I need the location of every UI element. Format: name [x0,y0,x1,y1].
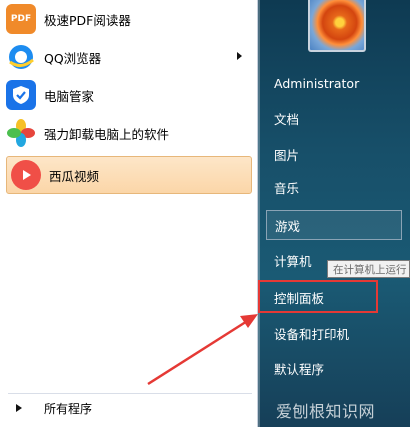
music-link[interactable]: 音乐 [266,173,402,201]
pdf-icon: PDF [6,4,36,34]
app-item-pdf-reader[interactable]: PDF 极速PDF阅读器 [6,2,252,36]
games-link[interactable]: 游戏 [266,210,402,240]
user-name-label: Administrator [274,75,360,91]
app-label: QQ浏览器 [44,50,102,66]
documents-label: 文档 [274,111,300,127]
app-item-pc-manager[interactable]: 电脑管家 [6,78,252,112]
all-programs-label: 所有程序 [44,401,93,416]
devices-printers-label: 设备和打印机 [274,326,350,342]
pictures-label: 图片 [274,147,300,163]
user-avatar[interactable] [308,0,366,52]
documents-link[interactable]: 文档 [266,104,402,132]
start-menu-programs-pane: PDF 极速PDF阅读器 QQ浏览器 电脑管家 强力卸载电脑上的软件 西瓜视频 … [0,0,258,427]
games-label: 游戏 [275,218,301,234]
app-label: 西瓜视频 [49,168,100,184]
browser-icon [6,42,36,72]
shield-icon [6,80,36,110]
watermark: 爱刨根知识网 [276,402,376,421]
annotation-highlight-box [258,280,378,313]
tooltip: 在计算机上运行 [327,260,410,278]
petal-icon [6,118,36,148]
computer-label: 计算机 [274,253,312,269]
submenu-arrow-icon [237,52,242,60]
music-label: 音乐 [274,180,300,196]
app-label: 极速PDF阅读器 [44,12,131,28]
pictures-link[interactable]: 图片 [266,140,402,168]
play-icon [11,160,41,190]
start-menu-places-pane: Administrator 文档 图片 音乐 游戏 计算机 控制面板 设备和打印… [258,0,410,427]
default-programs-label: 默认程序 [274,361,325,377]
expand-arrow-icon [16,404,22,412]
app-label: 电脑管家 [44,88,95,104]
app-item-xigua-video[interactable]: 西瓜视频 [6,156,252,194]
separator [8,393,252,394]
app-item-qq-browser[interactable]: QQ浏览器 [6,40,252,74]
user-name-link[interactable]: Administrator [266,69,402,97]
app-item-uninstaller[interactable]: 强力卸载电脑上的软件 [6,116,252,150]
default-programs-link[interactable]: 默认程序 [266,354,402,382]
devices-printers-link[interactable]: 设备和打印机 [266,319,402,347]
app-label: 强力卸载电脑上的软件 [44,126,170,142]
all-programs-button[interactable]: 所有程序 [8,396,252,420]
